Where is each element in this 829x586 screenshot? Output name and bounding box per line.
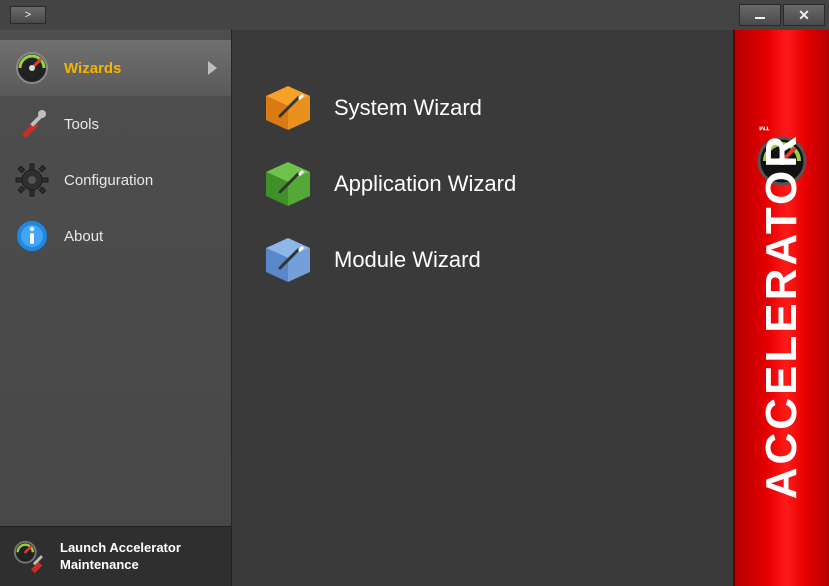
wizard-item-module[interactable]: Module Wizard (262, 222, 733, 298)
sidebar-item-label: Tools (64, 116, 99, 133)
close-button[interactable]: ✕ (783, 4, 825, 26)
minimize-icon (755, 17, 765, 19)
sidebar-item-about[interactable]: About (0, 208, 231, 264)
titlebar: > ✕ (0, 0, 829, 30)
collapse-toggle-label: > (25, 9, 31, 21)
launch-maintenance-button[interactable]: Launch Accelerator Maintenance (0, 526, 231, 586)
close-icon: ✕ (798, 7, 810, 24)
brand-tm: ™ (757, 116, 771, 133)
sidebar-item-configuration[interactable]: Configuration (0, 152, 231, 208)
gauge-icon (14, 50, 50, 86)
cube-orange-icon (262, 82, 314, 134)
wizard-item-application[interactable]: Application Wizard (262, 146, 733, 222)
brand-banner: ACCELERATOR™ (733, 30, 829, 586)
cube-blue-icon (262, 234, 314, 286)
sidebar-item-label: Configuration (64, 172, 153, 189)
wizard-item-label: Module Wizard (334, 247, 481, 273)
wizard-item-system[interactable]: System Wizard (262, 70, 733, 146)
cube-green-icon (262, 158, 314, 210)
sidebar-nav: Wizards Tools (0, 30, 231, 526)
wizard-list: System Wizard Application Wizard (232, 30, 733, 298)
window-controls: ✕ (739, 4, 829, 26)
tools-icon (14, 106, 50, 142)
sidebar-item-label: Wizards (64, 60, 121, 77)
sidebar-item-tools[interactable]: Tools (0, 96, 231, 152)
wizard-item-label: System Wizard (334, 95, 482, 121)
brand-name: ACCELERATOR™ (757, 116, 807, 499)
main-panel: System Wizard Application Wizard (232, 30, 733, 586)
maintenance-icon (12, 539, 48, 575)
sidebar: Wizards Tools (0, 30, 232, 586)
info-icon (14, 218, 50, 254)
gear-icon (14, 162, 50, 198)
collapse-toggle-button[interactable]: > (10, 6, 46, 24)
maintenance-label: Launch Accelerator Maintenance (60, 540, 181, 573)
sidebar-item-wizards[interactable]: Wizards (0, 40, 231, 96)
sidebar-item-label: About (64, 228, 103, 245)
brand-name-text: ACCELERATOR (757, 133, 806, 499)
wizard-item-label: Application Wizard (334, 171, 516, 197)
minimize-button[interactable] (739, 4, 781, 26)
